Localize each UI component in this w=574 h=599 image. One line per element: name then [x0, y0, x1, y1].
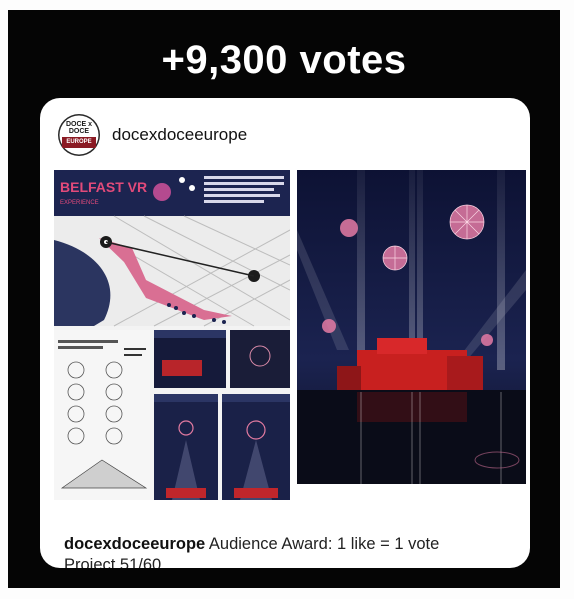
caption-line2: Project 51/60...: [64, 556, 175, 568]
night-render-image: [297, 170, 526, 484]
post-username[interactable]: docexdoceeurope: [112, 125, 247, 145]
avatar-logo-band: EUROPE: [66, 139, 92, 145]
avatar-logo-text: DOCE x DOCE: [65, 121, 93, 135]
votes-headline: +9,300 votes: [161, 38, 407, 82]
post-caption: docexdoceeurope Audience Award: 1 like =…: [64, 534, 514, 568]
caption-username[interactable]: docexdoceeurope: [64, 535, 205, 553]
poster-sheet-image: BELFAST VR EXPERIENCE: [54, 170, 290, 500]
post-frame: +9,300 votes DOCE x DOCE EUROPE docexdoc…: [8, 10, 560, 588]
instagram-post-card[interactable]: DOCE x DOCE EUROPE docexdoceeurope BELFA…: [40, 98, 530, 568]
svg-text:EXPERIENCE: EXPERIENCE: [60, 200, 99, 206]
post-images[interactable]: BELFAST VR EXPERIENCE: [54, 170, 526, 500]
avatar[interactable]: DOCE x DOCE EUROPE: [58, 114, 100, 156]
poster-title: BELFAST VR: [60, 179, 147, 195]
caption-text: Audience Award: 1 like = 1 vote: [205, 535, 440, 553]
